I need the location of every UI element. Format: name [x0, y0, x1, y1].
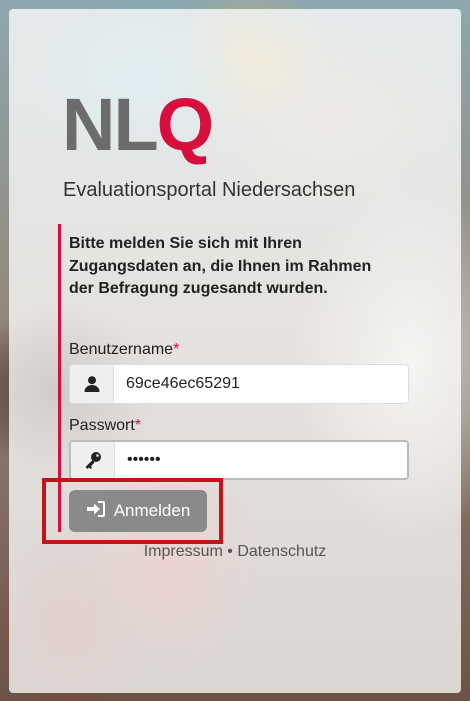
login-instructions: Bitte melden Sie sich mit Ihren Zugangsd…	[69, 235, 372, 297]
highlight-box	[42, 478, 223, 544]
username-label: Benutzername*	[69, 341, 180, 358]
key-icon	[71, 442, 115, 478]
password-group	[69, 440, 409, 480]
user-icon	[70, 365, 114, 403]
password-label: Passwort*	[69, 417, 142, 434]
password-input[interactable]	[115, 442, 407, 478]
nlq-logo: NLQ	[62, 83, 214, 166]
portal-title: Evaluationsportal Niedersachsen	[63, 179, 356, 201]
footer-separator: •	[222, 543, 238, 560]
impressum-link[interactable]: Impressum	[144, 543, 223, 560]
username-input[interactable]	[114, 365, 408, 403]
username-group	[69, 364, 409, 404]
datenschutz-link[interactable]: Datenschutz	[237, 543, 326, 560]
footer-links: Impressum • Datenschutz	[0, 543, 470, 561]
